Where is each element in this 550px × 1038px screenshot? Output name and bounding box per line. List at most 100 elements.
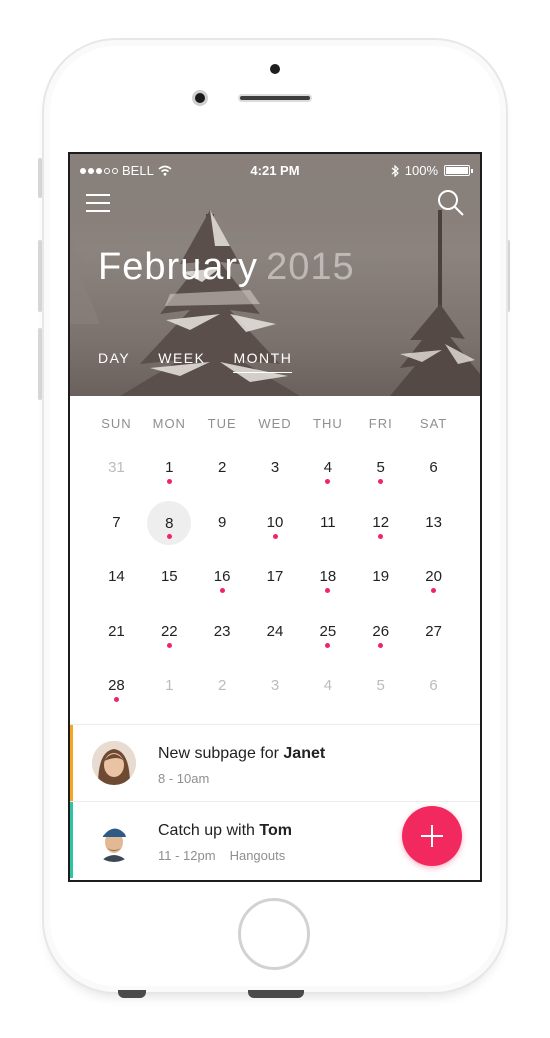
day-number: 31 bbox=[108, 459, 125, 476]
event-indicator-dot bbox=[114, 697, 119, 702]
event-item-janet[interactable]: New subpage for Janet 8 - 10am bbox=[70, 724, 480, 801]
month-label: February bbox=[98, 246, 259, 288]
weekday-label: WED bbox=[258, 416, 292, 431]
day-number: 12 bbox=[372, 513, 390, 531]
calendar-week-row: 31 1 2 3 4 5 6 bbox=[90, 440, 460, 495]
event-color-bar bbox=[70, 725, 73, 801]
calendar-day[interactable]: 7 bbox=[90, 495, 143, 550]
calendar-day[interactable]: 5 bbox=[354, 658, 407, 713]
calendar-day[interactable]: 3 bbox=[249, 658, 302, 713]
battery-percentage: 100% bbox=[404, 163, 438, 178]
status-bar: BELL 4:21 PM 100% bbox=[70, 154, 480, 186]
tab-week[interactable]: WEEK bbox=[158, 350, 205, 373]
weekday-header-row: SUN MON TUE WED THU FRI SAT bbox=[90, 416, 460, 431]
calendar-day[interactable]: 23 bbox=[196, 604, 249, 659]
day-number: 13 bbox=[425, 513, 442, 531]
event-color-bar bbox=[70, 802, 73, 878]
day-number: 17 bbox=[266, 568, 284, 585]
earpiece-speaker bbox=[238, 94, 312, 102]
view-switcher: DAY WEEK MONTH bbox=[98, 350, 293, 373]
event-indicator-dot bbox=[166, 533, 172, 539]
add-event-button[interactable] bbox=[402, 806, 462, 866]
bluetooth-icon bbox=[391, 164, 399, 177]
event-title: New subpage for Janet bbox=[158, 745, 325, 763]
calendar-day[interactable]: 4 bbox=[301, 658, 354, 713]
calendar-day[interactable]: 17 bbox=[249, 549, 302, 604]
event-indicator-dot bbox=[325, 479, 331, 484]
day-number: 26 bbox=[372, 622, 390, 640]
avatar bbox=[92, 741, 136, 785]
calendar-day-selected[interactable]: 8 bbox=[143, 495, 196, 550]
day-number: 8 bbox=[165, 514, 174, 532]
phone-bottom-detail bbox=[248, 990, 304, 998]
calendar-day[interactable]: 20 bbox=[407, 549, 460, 604]
calendar-day[interactable]: 1 bbox=[143, 658, 196, 713]
day-number: 11 bbox=[320, 513, 336, 531]
front-camera bbox=[192, 90, 208, 106]
calendar-day[interactable]: 12 bbox=[354, 495, 407, 550]
calendar-day[interactable]: 25 bbox=[301, 604, 354, 659]
proximity-sensor bbox=[270, 64, 280, 74]
calendar-day[interactable]: 22 bbox=[143, 604, 196, 659]
calendar-day[interactable]: 28 bbox=[90, 658, 143, 713]
event-indicator-dot bbox=[166, 642, 172, 648]
day-number: 3 bbox=[270, 677, 280, 694]
day-number: 20 bbox=[425, 568, 442, 585]
day-number: 1 bbox=[165, 677, 174, 694]
calendar-day[interactable]: 14 bbox=[90, 549, 143, 604]
day-number: 6 bbox=[429, 677, 438, 694]
day-number: 9 bbox=[217, 513, 227, 531]
calendar-week-row: 7 8 9 10 11 12 13 bbox=[90, 495, 460, 550]
calendar-week-row: 21 22 23 24 25 26 27 bbox=[90, 604, 460, 659]
calendar-day[interactable]: 26 bbox=[354, 604, 407, 659]
calendar-day[interactable]: 27 bbox=[407, 604, 460, 659]
day-number: 2 bbox=[217, 459, 227, 476]
calendar-day[interactable]: 24 bbox=[249, 604, 302, 659]
event-meta: 11 - 12pm Hangouts bbox=[158, 848, 285, 863]
calendar-day[interactable]: 2 bbox=[196, 440, 249, 495]
tab-month[interactable]: MONTH bbox=[233, 350, 293, 373]
calendar-day[interactable]: 16 bbox=[196, 549, 249, 604]
day-number: 28 bbox=[108, 677, 125, 694]
day-number: 16 bbox=[213, 568, 231, 585]
calendar-day[interactable]: 21 bbox=[90, 604, 143, 659]
calendar-day[interactable]: 6 bbox=[407, 658, 460, 713]
day-number: 22 bbox=[160, 622, 178, 640]
weekday-label: SAT bbox=[419, 416, 448, 431]
weekday-label: MON bbox=[152, 416, 186, 431]
calendar-day[interactable]: 3 bbox=[249, 440, 302, 495]
home-button bbox=[238, 898, 310, 970]
calendar-day[interactable]: 1 bbox=[143, 440, 196, 495]
tab-day[interactable]: DAY bbox=[98, 350, 130, 373]
search-icon[interactable] bbox=[436, 188, 466, 218]
calendar-day[interactable]: 18 bbox=[301, 549, 354, 604]
event-title: Catch up with Tom bbox=[158, 822, 292, 840]
calendar-day[interactable]: 9 bbox=[196, 495, 249, 550]
event-indicator-dot bbox=[378, 642, 384, 648]
day-number: 7 bbox=[112, 513, 121, 531]
calendar-day[interactable]: 4 bbox=[301, 440, 354, 495]
calendar-day[interactable]: 31 bbox=[90, 440, 143, 495]
event-meta: 8 - 10am bbox=[158, 771, 209, 786]
event-title-text: Catch up with bbox=[158, 822, 260, 839]
hamburger-menu-icon[interactable] bbox=[86, 192, 114, 214]
calendar-day[interactable]: 5 bbox=[354, 440, 407, 495]
battery-icon bbox=[444, 165, 473, 176]
month-year-title: February 2015 bbox=[98, 246, 355, 289]
calendar-day[interactable]: 10 bbox=[249, 495, 302, 550]
calendar-day[interactable]: 19 bbox=[354, 549, 407, 604]
calendar-day[interactable]: 15 bbox=[143, 549, 196, 604]
event-indicator-dot bbox=[166, 479, 172, 484]
day-number: 24 bbox=[266, 622, 284, 640]
event-person-name: Tom bbox=[259, 822, 292, 839]
event-title-text: New subpage for bbox=[158, 745, 284, 762]
calendar-day[interactable]: 11 bbox=[301, 495, 354, 550]
day-number: 6 bbox=[429, 459, 438, 476]
calendar-day[interactable]: 2 bbox=[196, 658, 249, 713]
calendar-header: BELL 4:21 PM 100% February 2015 DAY WEEK… bbox=[70, 154, 480, 396]
day-number: 4 bbox=[323, 677, 333, 694]
calendar-day[interactable]: 6 bbox=[407, 440, 460, 495]
day-number: 2 bbox=[217, 677, 227, 694]
calendar-day[interactable]: 13 bbox=[407, 495, 460, 550]
avatar bbox=[92, 818, 136, 862]
